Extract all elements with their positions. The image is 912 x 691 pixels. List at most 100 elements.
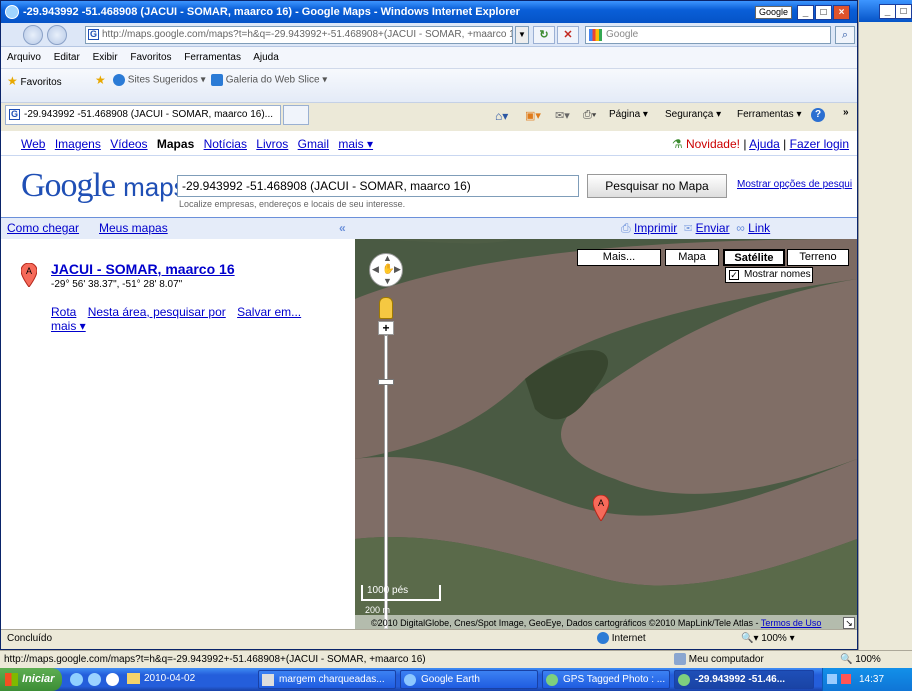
back-button[interactable] [23,25,43,45]
search-nearby-link[interactable]: Nesta área, pesquisar por [88,305,226,319]
help-icon[interactable]: ? [811,108,825,122]
map-type-terrain[interactable]: Terreno [787,249,849,266]
forward-button[interactable] [47,25,67,45]
my-maps-link[interactable]: Meus mapas [99,218,168,238]
pegman-icon[interactable] [379,297,393,319]
taskbar-item[interactable]: Google Earth [400,670,538,689]
marker-a-icon[interactable]: A [21,263,37,287]
menu-item[interactable]: Ferramentas [184,52,241,63]
page-menu[interactable]: Página ▾ [609,109,648,120]
star-icon: ★ [7,74,18,88]
map-marker-a-icon[interactable]: A [593,495,609,521]
terms-link[interactable]: Termos de Uso [761,618,822,628]
start-button[interactable]: Iniciar [0,668,62,691]
new-tab-button[interactable] [283,105,309,125]
favorites-bar: ★ Favoritos ★ Sites Sugeridos ▾ Galeria … [1,69,857,103]
menu-item[interactable]: Editar [54,52,80,63]
search-go-icon[interactable]: ⌕ [835,26,855,44]
logo-google: Google [21,167,116,204]
nav-books[interactable]: Livros [256,137,288,151]
title-bar: -29.943992 -51.468908 (JACUI - SOMAR, ma… [1,1,857,23]
nav-videos[interactable]: Vídeos [110,137,147,151]
result-title[interactable]: JACUI - SOMAR, maarco 16 [51,261,235,277]
zoom-level[interactable]: 🔍▾ 100% ▾ [741,630,795,648]
google-maps-logo[interactable]: Google maps [21,167,187,205]
nav-more[interactable]: mais ▾ [338,137,373,151]
maximize-button[interactable]: □ [815,5,832,20]
nav-gmail[interactable]: Gmail [298,137,329,151]
help-link[interactable]: Ajuda [749,137,780,151]
address-url: http://maps.google.com/maps?t=h&q=-29.94… [102,29,513,40]
link-icon: ∞ [736,221,745,235]
menu-item[interactable]: Favoritos [130,52,171,63]
web-slice-gallery-link[interactable]: Galeria do Web Slice ▾ [211,74,327,86]
quicklaunch-ie-icon[interactable] [70,673,83,686]
browser-tab[interactable]: G -29.943992 -51.468908 (JACUI - SOMAR, … [5,105,281,125]
nav-news[interactable]: Notícias [204,137,247,151]
search-engine-box[interactable]: Google [585,26,831,44]
mail-icon[interactable]: ✉▾ [555,109,570,122]
check-icon: ✓ [729,270,739,280]
login-link[interactable]: Fazer login [790,137,849,151]
map-type-satellite[interactable]: Satélite [723,249,785,266]
tools-menu[interactable]: Ferramentas ▾ [737,109,801,120]
quicklaunch-media-icon[interactable] [106,673,119,686]
print-icon[interactable]: ⎙▾ [583,109,596,122]
zoom-in-button[interactable]: + [378,321,394,335]
suggested-sites-link[interactable]: Sites Sugeridos ▾ [113,74,206,86]
taskbar-item[interactable]: margem charqueadas... [258,670,396,689]
nav-images[interactable]: Imagens [55,137,101,151]
pan-right-icon[interactable]: ▶ [394,264,401,275]
menu-item[interactable]: Exibir [93,52,118,63]
address-dropdown-icon[interactable]: ▼ [515,26,529,44]
chevron-right-icon[interactable]: » [843,107,849,118]
taskbar-item-active[interactable]: -29.943992 -51.46... [674,670,814,689]
safety-menu[interactable]: Segurança ▾ [665,109,721,120]
route-link[interactable]: Rota [51,305,76,319]
add-favorite-icon[interactable]: ★ [95,73,106,87]
outer-zoom[interactable]: 🔍 100% [840,651,881,668]
printer-icon: ⎙ [621,221,631,235]
security-icon[interactable] [841,674,851,684]
nav-web[interactable]: Web [21,137,45,151]
favorites-button[interactable]: ★ Favoritos [7,74,62,88]
satellite-map[interactable]: Mais... Mapa Satélite Terreno ✓ Mostrar … [355,239,857,631]
menu-item[interactable]: Arquivo [7,52,41,63]
pan-left-icon[interactable]: ◀ [372,264,379,275]
map-type-map[interactable]: Mapa [665,249,719,266]
folder-task[interactable]: 2010-04-02 [124,670,254,689]
collapse-panel-button[interactable]: « [339,218,346,238]
bg-minimize-button[interactable]: _ [879,4,896,19]
stop-icon[interactable]: ✕ [557,26,579,44]
quicklaunch-ie2-icon[interactable] [88,673,101,686]
bg-maximize-button[interactable]: □ [895,4,912,19]
network-icon[interactable] [827,674,837,684]
more-link[interactable]: mais ▾ [51,319,86,333]
close-button[interactable]: × [833,5,850,20]
pan-up-icon[interactable]: ▲ [383,253,392,263]
refresh-icon[interactable]: ↻ [533,26,555,44]
minimize-button[interactable]: _ [797,5,814,20]
address-bar[interactable]: G http://maps.google.com/maps?t=h&q=-29.… [85,26,513,44]
feeds-icon[interactable]: ▣▾ [525,109,541,122]
map-marker-label: A [598,498,604,508]
panel-bar: Como chegar Meus mapas « ⎙ Imprimir ✉ En… [1,217,857,239]
menu-item[interactable]: Ajuda [253,52,279,63]
save-to-link[interactable]: Salvar em... [237,305,301,319]
print-link[interactable]: Imprimir [634,221,677,235]
link-link[interactable]: Link [748,221,770,235]
taskbar-item[interactable]: GPS Tagged Photo : ... [542,670,670,689]
pan-control[interactable]: ▲ ◀ ▶ ▼ ✋ [369,253,403,287]
map-type-more[interactable]: Mais... [577,249,661,266]
overview-toggle-icon[interactable]: ↘ [843,617,855,629]
directions-link[interactable]: Como chegar [7,218,79,238]
pan-down-icon[interactable]: ▼ [383,276,392,286]
show-names-checkbox[interactable]: ✓ Mostrar nomes [725,267,813,283]
search-map-button[interactable]: Pesquisar no Mapa [587,174,727,198]
send-link[interactable]: Enviar [696,221,730,235]
zoom-slider-handle[interactable] [378,379,394,385]
map-search-input[interactable]: -29.943992 -51.468908 (JACUI - SOMAR, ma… [177,175,579,197]
search-options-link[interactable]: Mostrar opções de pesqui [737,179,852,190]
home-icon[interactable]: ⌂▾ [495,109,508,123]
novidade-link[interactable]: Novidade! [686,137,740,151]
